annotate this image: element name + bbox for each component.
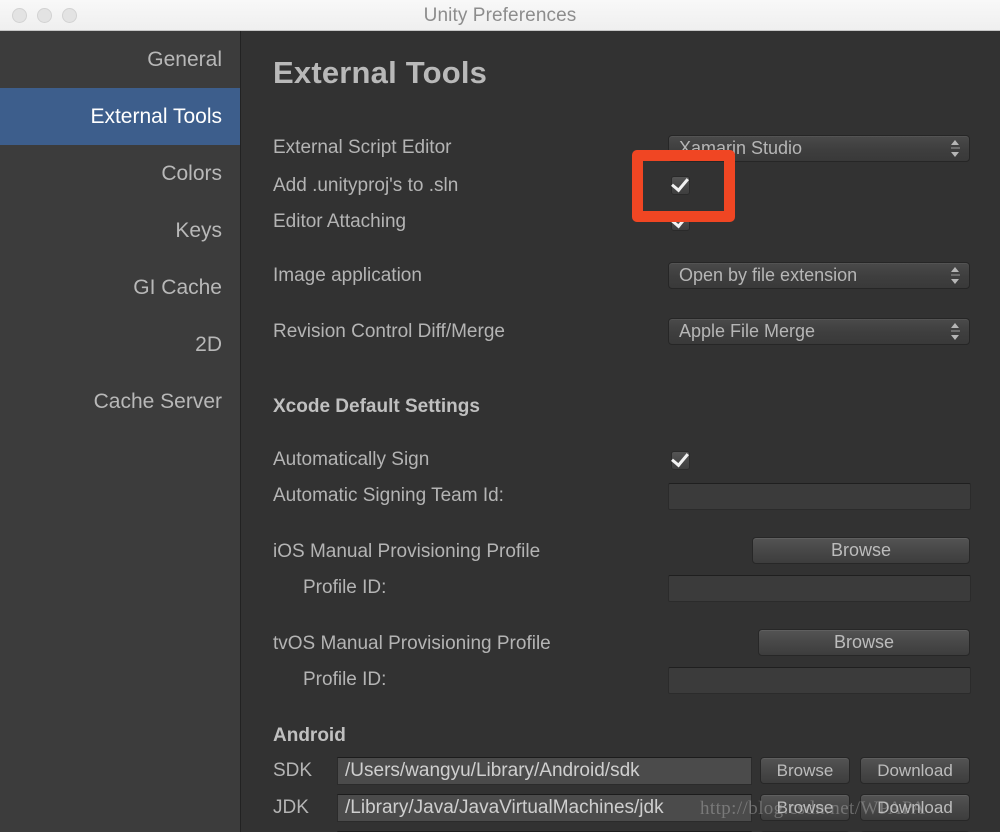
android-jdk-browse-label: Browse [776,798,834,817]
tvos-profile-id-field[interactable] [668,667,971,694]
android-sdk-label: SDK [273,760,313,781]
revision-control-dropdown[interactable]: Apple File Merge [668,318,970,345]
chevron-updown-icon [951,267,960,284]
ios-profile-id-label: Profile ID: [303,577,387,598]
android-jdk-browse-button[interactable]: Browse [760,794,850,821]
window-titlebar: Unity Preferences [0,0,1000,31]
external-script-editor-dropdown[interactable]: Xamarin Studio [668,135,970,162]
check-icon [671,209,689,229]
chevron-updown-icon [951,323,960,340]
android-sdk-browse-label: Browse [776,761,834,780]
signing-team-id-field[interactable] [668,483,971,510]
external-script-editor-value: Xamarin Studio [679,138,803,158]
android-jdk-download-label: Download [877,798,953,817]
page-title: External Tools [273,55,488,90]
tvos-profile-id-label: Profile ID: [303,669,387,690]
ios-provisioning-browse-label: Browse [830,540,892,560]
chevron-updown-icon [951,140,960,157]
editor-attaching-checkbox[interactable] [671,209,690,231]
sidebar-item-colors[interactable]: Colors [0,145,240,202]
check-icon [671,173,689,193]
revision-control-value: Apple File Merge [679,321,816,341]
tvos-provisioning-profile-label: tvOS Manual Provisioning Profile [273,633,551,654]
sidebar-item-2d[interactable]: 2D [0,316,240,373]
external-script-editor-label: External Script Editor [273,137,452,158]
android-sdk-path-field[interactable]: /Users/wangyu/Library/Android/sdk [337,757,752,785]
image-application-dropdown[interactable]: Open by file extension [668,262,970,289]
android-jdk-path-field[interactable]: /Library/Java/JavaVirtualMachines/jdk [337,794,752,822]
android-sdk-path-value: /Users/wangyu/Library/Android/sdk [345,760,640,781]
android-sdk-browse-button[interactable]: Browse [760,757,850,784]
android-jdk-download-button[interactable]: Download [860,794,970,821]
image-application-value: Open by file extension [679,265,858,285]
xcode-section-heading: Xcode Default Settings [273,396,480,417]
android-sdk-download-label: Download [877,761,953,780]
revision-control-label: Revision Control Diff/Merge [273,321,505,342]
android-jdk-label: JDK [273,797,309,818]
sidebar-item-keys[interactable]: Keys [0,202,240,259]
ios-provisioning-browse-button[interactable]: Browse [752,537,970,564]
sidebar-item-gi-cache[interactable]: GI Cache [0,259,240,316]
preferences-content: External Tools External Script Editor Xa… [241,31,1000,832]
check-icon [671,448,689,468]
window-title: Unity Preferences [423,5,577,26]
add-unityproj-checkbox[interactable] [671,173,690,195]
unity-preferences-window: Unity Preferences General External Tools… [0,0,1000,832]
add-unityproj-label: Add .unityproj's to .sln [273,175,459,196]
automatically-sign-checkbox[interactable] [671,448,690,470]
sidebar-item-cache-server[interactable]: Cache Server [0,373,240,430]
tvos-provisioning-browse-button[interactable]: Browse [758,629,970,656]
ios-profile-id-field[interactable] [668,575,971,602]
automatically-sign-label: Automatically Sign [273,449,430,470]
preferences-sidebar: General External Tools Colors Keys GI Ca… [0,31,241,832]
ios-provisioning-profile-label: iOS Manual Provisioning Profile [273,541,541,562]
signing-team-id-label: Automatic Signing Team Id: [273,485,504,506]
image-application-label: Image application [273,265,422,286]
tvos-provisioning-browse-label: Browse [833,632,895,652]
android-section-heading: Android [273,725,346,746]
editor-attaching-label: Editor Attaching [273,211,407,232]
sidebar-item-external-tools[interactable]: External Tools [0,88,240,145]
sidebar-item-general[interactable]: General [0,31,240,88]
android-sdk-download-button[interactable]: Download [860,757,970,784]
android-jdk-path-value: /Library/Java/JavaVirtualMachines/jdk [345,797,664,818]
